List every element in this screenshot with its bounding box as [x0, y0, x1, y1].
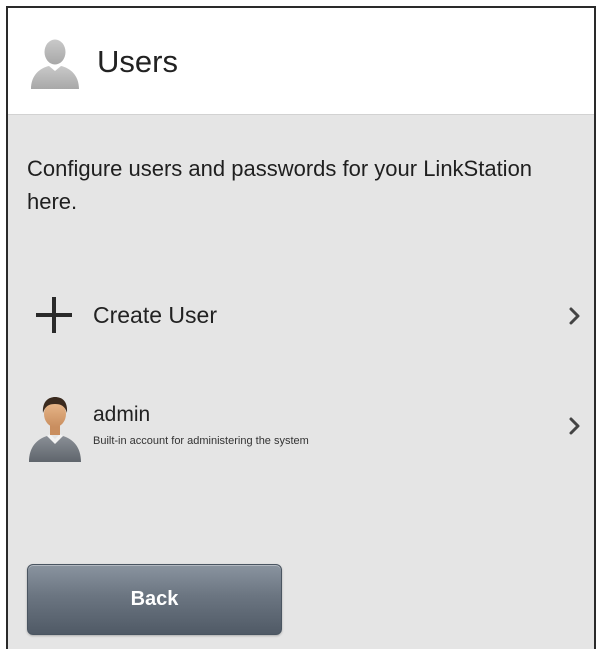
page-title: Users: [97, 44, 178, 79]
user-avatar-icon: [29, 397, 81, 462]
user-row-admin[interactable]: admin Built-in account for administering…: [8, 386, 594, 472]
user-name: admin: [93, 403, 151, 426]
user-description: Built-in account for administering the s…: [93, 435, 309, 447]
chevron-right-icon: [569, 417, 580, 435]
chevron-right-icon: [569, 307, 580, 325]
plus-icon: [36, 297, 72, 333]
page-description: Configure users and passwords for your L…: [27, 156, 533, 214]
user-silhouette-icon: [31, 39, 79, 89]
back-button[interactable]: Back: [27, 564, 282, 635]
page-header: Users: [8, 8, 594, 115]
create-user-row[interactable]: Create User: [8, 272, 594, 352]
users-panel: Users Configure users and passwords for …: [6, 6, 596, 649]
create-user-label: Create User: [93, 302, 217, 328]
